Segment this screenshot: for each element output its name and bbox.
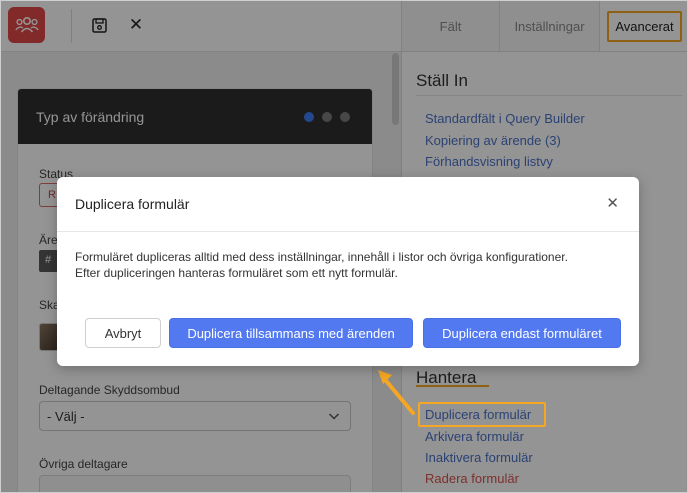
close-icon[interactable]: ✕ bbox=[606, 194, 619, 212]
duplicate-with-cases-button[interactable]: Duplicera tillsammans med ärenden bbox=[169, 318, 413, 348]
app-window: ✕ Fält Inställningar Avancerat Typ av fö… bbox=[0, 0, 688, 493]
duplicate-form-dialog: Duplicera formulär ✕ Formuläret duplicer… bbox=[57, 177, 639, 366]
dialog-body: Formuläret dupliceras alltid med dess in… bbox=[75, 249, 625, 281]
dialog-title: Duplicera formulär bbox=[75, 196, 190, 212]
cancel-button[interactable]: Avbryt bbox=[85, 318, 161, 348]
dialog-body-line-2: Efter dupliceringen hanteras formuläret … bbox=[75, 266, 398, 280]
duplicate-form-only-button[interactable]: Duplicera endast formuläret bbox=[423, 318, 621, 348]
dialog-divider bbox=[57, 231, 639, 232]
dialog-body-line-1: Formuläret dupliceras alltid med dess in… bbox=[75, 250, 568, 264]
highlight-box bbox=[418, 402, 546, 427]
annotation-arrow-icon bbox=[378, 370, 415, 415]
